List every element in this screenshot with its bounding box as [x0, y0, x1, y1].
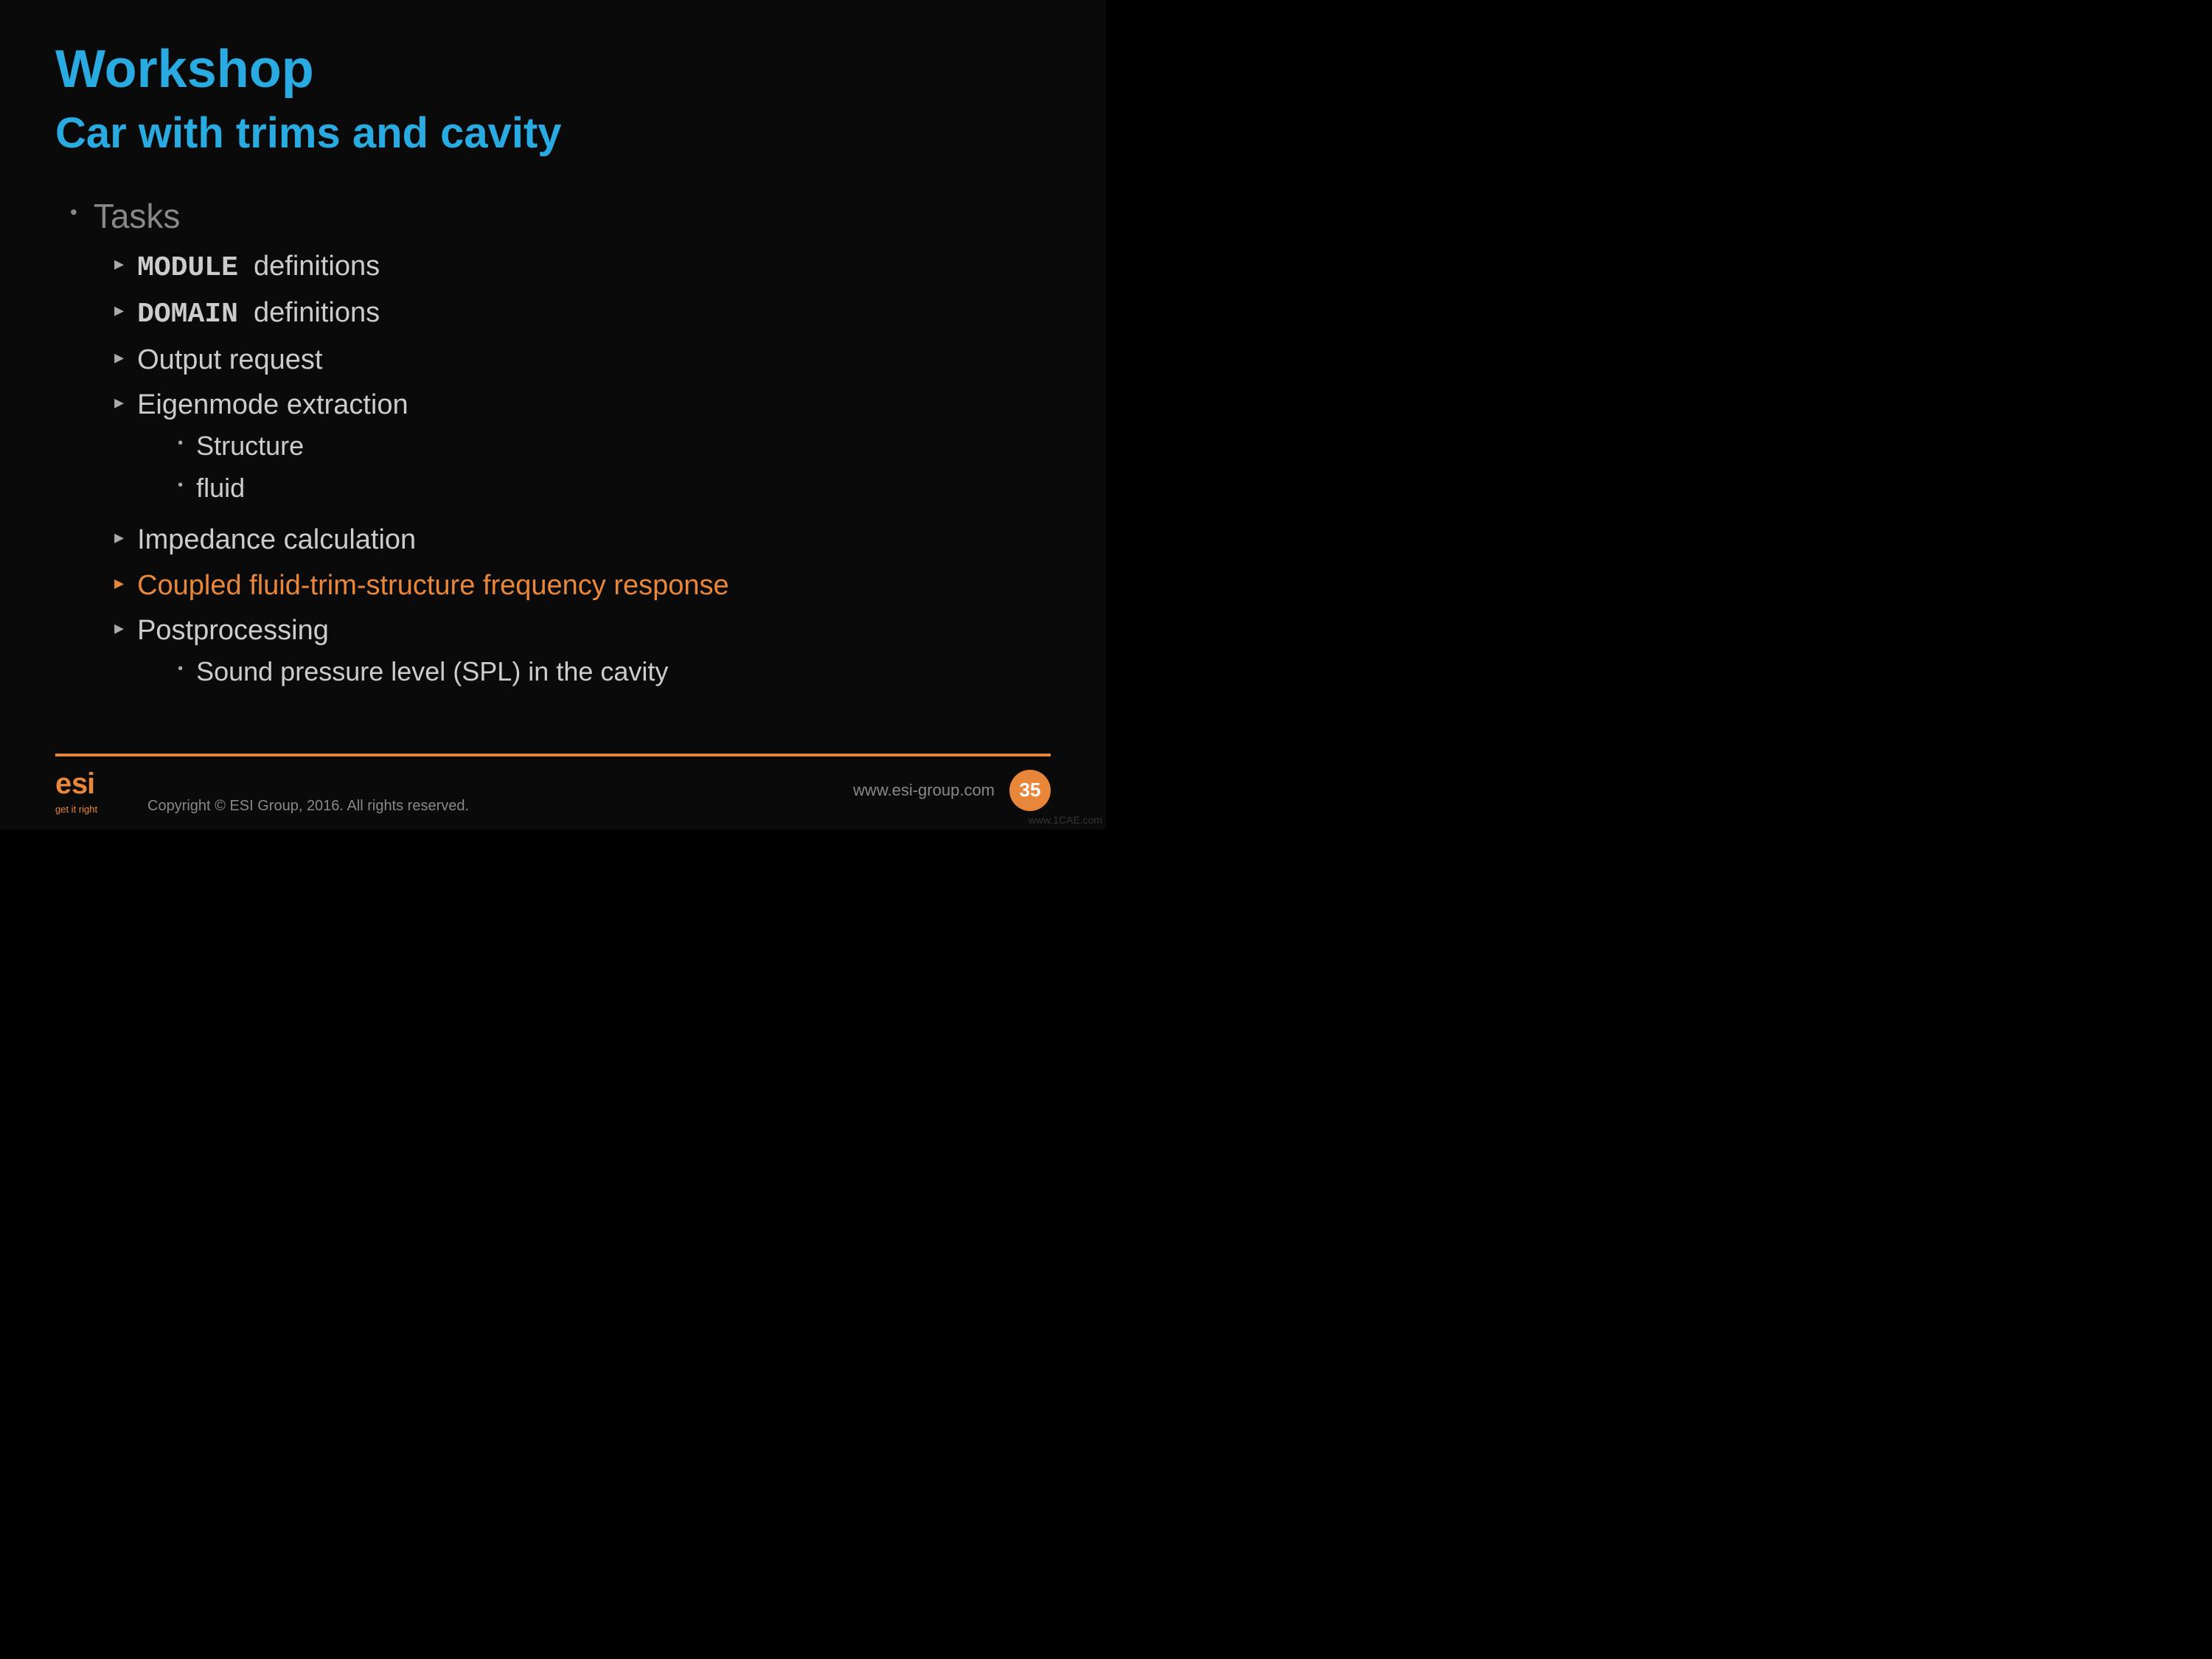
arrow-bullet: ▸ — [114, 299, 124, 321]
footer: e s i get it right Copyright © ESI Group… — [0, 754, 1106, 830]
list-item: ▸ Coupled fluid-trim-structure frequency… — [114, 568, 1051, 604]
impedance-item: Impedance calculation — [137, 523, 416, 558]
coupled-item: Coupled fluid-trim-structure frequency r… — [137, 568, 729, 604]
list-item: ▸ Postprocessing • Sound pressure level … — [114, 613, 1051, 696]
footer-url: www.esi-group.com — [853, 781, 995, 800]
content-area: • Tasks ▸ MODULE definitions ▸ DOMAIN de… — [55, 196, 1051, 697]
list-item: • Structure — [178, 429, 408, 464]
list-item: ▸ MODULE definitions — [114, 249, 1051, 286]
page-number: 35 — [1020, 779, 1041, 801]
footer-logo: e s i get it right — [55, 765, 107, 815]
watermark: www.1CAE.com — [1029, 814, 1102, 826]
svg-text:e: e — [55, 768, 72, 800]
tasks-label: Tasks — [94, 196, 181, 236]
postprocessing-children: • Sound pressure level (SPL) in the cavi… — [137, 655, 668, 689]
eigenmode-item: Eigenmode extraction — [137, 389, 408, 420]
list-item: ▸ Impedance calculation — [114, 523, 1051, 558]
footer-content: e s i get it right Copyright © ESI Group… — [55, 765, 1051, 830]
title-workshop: Workshop — [55, 41, 1051, 99]
arrow-bullet: ▸ — [114, 391, 124, 414]
keyword-module: MODULE — [137, 252, 238, 284]
module-item: MODULE definitions — [137, 249, 380, 286]
spl-item: Sound pressure level (SPL) in the cavity — [196, 655, 668, 689]
keyword-domain: DOMAIN — [137, 299, 238, 330]
dot-bullet: • — [178, 477, 183, 494]
arrow-bullet: ▸ — [114, 526, 124, 549]
arrow-bullet: ▸ — [114, 571, 124, 594]
list-item: • Sound pressure level (SPL) in the cavi… — [178, 655, 668, 689]
dot-bullet: • — [178, 435, 183, 452]
postprocessing-item: Postprocessing — [137, 615, 329, 646]
list-item: ▸ Output request — [114, 343, 1051, 378]
esi-logo-icon: e s i — [55, 765, 107, 802]
fluid-item: fluid — [196, 471, 245, 506]
footer-line — [55, 754, 1051, 757]
sub-items: ▸ MODULE definitions ▸ DOMAIN definition… — [70, 249, 1051, 697]
output-request-item: Output request — [137, 343, 322, 378]
list-item: • fluid — [178, 471, 408, 506]
arrow-bullet: ▸ — [114, 252, 124, 275]
svg-text:s: s — [72, 768, 88, 800]
slide: Workshop Car with trims and cavity • Tas… — [0, 0, 1106, 830]
svg-text:i: i — [87, 768, 95, 800]
footer-right: www.esi-group.com 35 — [853, 770, 1051, 811]
postprocessing-group: Postprocessing • Sound pressure level (S… — [137, 613, 668, 696]
get-it-right-label: get it right — [55, 804, 97, 815]
list-item: ▸ DOMAIN definitions — [114, 296, 1051, 333]
eigenmode-children: • Structure • fluid — [137, 429, 408, 506]
tasks-item: • Tasks — [70, 196, 1051, 236]
copyright-text: Copyright © ESI Group, 2016. All rights … — [147, 798, 469, 815]
arrow-bullet: ▸ — [114, 616, 124, 639]
arrow-bullet: ▸ — [114, 346, 124, 369]
eigenmode-group: Eigenmode extraction • Structure • fluid — [137, 388, 408, 512]
structure-item: Structure — [196, 429, 304, 464]
page-number-badge: 35 — [1009, 770, 1051, 811]
dot-bullet: • — [178, 661, 183, 678]
domain-item: DOMAIN definitions — [137, 296, 380, 333]
title-subtitle: Car with trims and cavity — [55, 108, 1051, 159]
list-item: ▸ Eigenmode extraction • Structure • flu… — [114, 388, 1051, 512]
bullet-circle: • — [70, 201, 77, 224]
